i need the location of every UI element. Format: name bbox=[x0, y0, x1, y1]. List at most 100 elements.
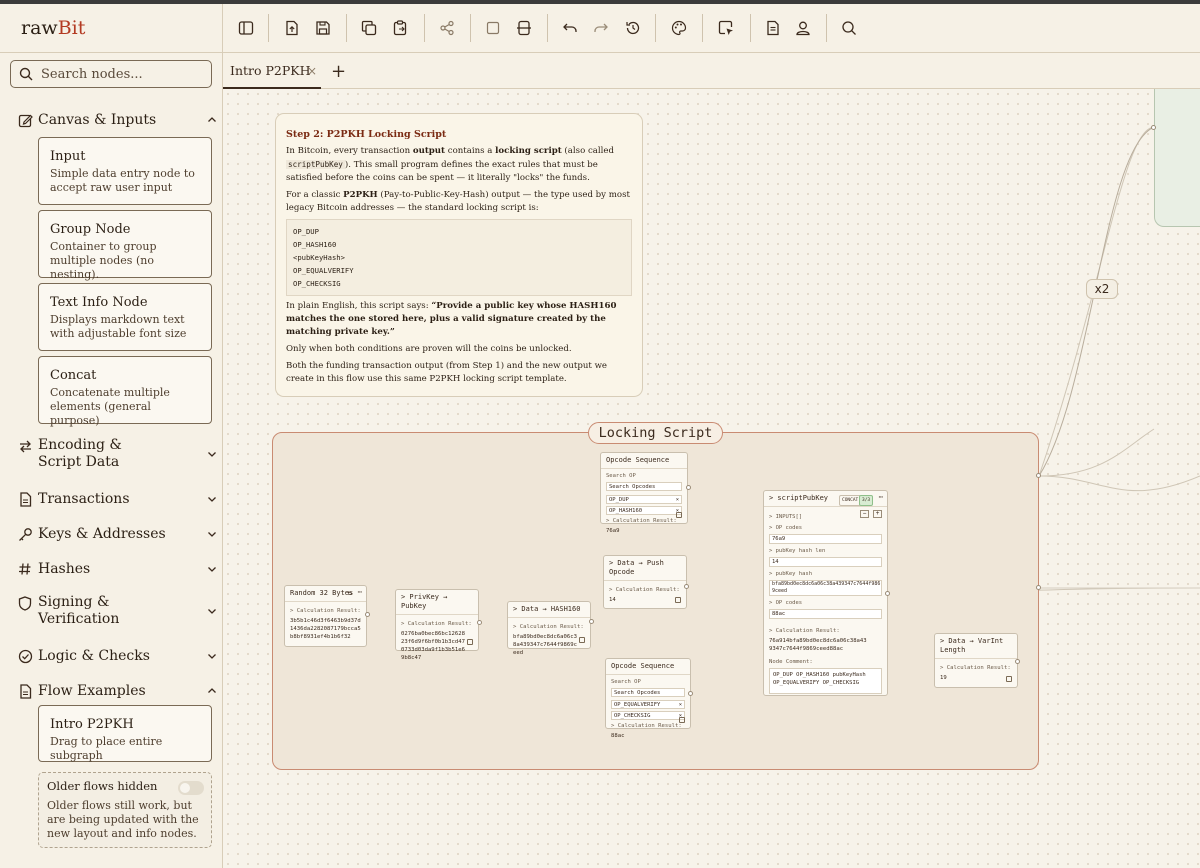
remove-input-button[interactable]: − bbox=[860, 510, 869, 518]
output-port[interactable] bbox=[477, 620, 482, 625]
category-signing-verification[interactable]: Signing & Verification bbox=[17, 594, 216, 628]
copy-icon[interactable] bbox=[579, 637, 585, 643]
import-button[interactable] bbox=[282, 18, 302, 38]
field-label: > pubKey hash bbox=[769, 571, 813, 577]
copy-icon bbox=[361, 20, 377, 36]
toolbar-separator bbox=[470, 14, 471, 42]
docs-button[interactable] bbox=[763, 18, 783, 38]
output-port[interactable] bbox=[365, 612, 370, 617]
toolbar-separator bbox=[547, 14, 548, 42]
output-port[interactable] bbox=[885, 591, 890, 596]
chevron-down-icon bbox=[208, 452, 216, 457]
tab-intro-p2pkh[interactable]: Intro P2PKH × bbox=[223, 53, 321, 89]
select-tool-button[interactable] bbox=[716, 18, 736, 38]
copy-icon[interactable] bbox=[679, 717, 685, 723]
search-canvas-button[interactable] bbox=[839, 18, 859, 38]
search-input[interactable]: Search nodes... bbox=[10, 60, 212, 88]
category-flow-examples[interactable]: Flow Examples bbox=[17, 681, 216, 701]
card-desc: Drag to place entire subgraph bbox=[50, 735, 163, 762]
account-button[interactable] bbox=[793, 18, 813, 38]
category-transactions[interactable]: Transactions bbox=[17, 489, 216, 509]
history-icon bbox=[626, 21, 640, 35]
paste-button[interactable] bbox=[390, 18, 410, 38]
output-port[interactable] bbox=[1015, 659, 1020, 664]
category-hashes[interactable]: Hashes bbox=[17, 559, 216, 579]
output-port[interactable] bbox=[589, 619, 594, 624]
category-encoding-script[interactable]: Encoding & Script Data bbox=[17, 437, 216, 471]
node-data-varint-length[interactable]: > Data → VarInt Length > Calculation Res… bbox=[934, 633, 1018, 688]
app-logo: raw Bit bbox=[0, 4, 222, 53]
select-all-button[interactable] bbox=[483, 18, 503, 38]
group-button[interactable] bbox=[514, 18, 534, 38]
category-logic-checks[interactable]: Logic & Checks bbox=[17, 646, 216, 666]
node-scriptpubkey[interactable]: > scriptPubKey CONCAT 3/3 ⋯ > INPUTS[] −… bbox=[763, 490, 888, 696]
chevron-down-icon bbox=[208, 567, 216, 572]
result-value: 3b5b1c46d3f6463b9d37d1436da2282087179bcc… bbox=[290, 618, 361, 640]
undo-button[interactable] bbox=[560, 18, 580, 38]
input-port[interactable] bbox=[1151, 125, 1156, 130]
category-keys-addresses[interactable]: Keys & Addresses bbox=[17, 524, 216, 544]
opcode-item[interactable]: OP_HASH160 × bbox=[606, 506, 682, 515]
field-label: Search OP bbox=[611, 679, 641, 685]
node-random-32-bytes[interactable]: Random 32 Bytes > Calculation Result: 3b… bbox=[284, 585, 367, 647]
menu-icon[interactable]: ⋯ bbox=[879, 493, 883, 502]
menu-icon[interactable]: ⋯ bbox=[358, 588, 362, 596]
info-node-step2[interactable]: Step 2: P2PKH Locking Script In Bitcoin,… bbox=[275, 113, 643, 397]
redo-button[interactable] bbox=[591, 18, 611, 38]
opcode-item[interactable]: OP_DUP × bbox=[606, 495, 682, 504]
node-card-group-node[interactable]: Group Node Container to group multiple n… bbox=[38, 210, 212, 281]
opcode-item[interactable]: OP_EQUALVERIFY × bbox=[611, 700, 685, 709]
flow-card-intro-p2pkh[interactable]: Intro P2PKH Drag to place entire subgrap… bbox=[38, 705, 212, 762]
output-port[interactable] bbox=[686, 485, 691, 490]
close-tab-icon[interactable]: × bbox=[307, 64, 317, 78]
node-card-text-info[interactable]: Text Info Node Displays markdown text wi… bbox=[38, 283, 212, 351]
output-port[interactable] bbox=[1036, 585, 1041, 590]
category-label: Keys & Addresses bbox=[38, 526, 166, 542]
copy-icon[interactable] bbox=[467, 639, 473, 645]
flow-canvas[interactable]: x2 Step 2: P2PKH Locking Script In Bitco… bbox=[223, 89, 1200, 868]
script-code-block: OP_DUP OP_HASH160 <pubKeyHash> OP_EQUALV… bbox=[286, 219, 632, 296]
opcode-search-input[interactable]: Search Opcodes bbox=[606, 482, 682, 491]
category-label: Transactions bbox=[38, 491, 130, 507]
theme-button[interactable] bbox=[669, 18, 689, 38]
redo-icon bbox=[594, 23, 608, 32]
share-button[interactable] bbox=[437, 18, 457, 38]
input-field[interactable]: 76a9 bbox=[769, 534, 882, 544]
node-card-concat[interactable]: Concat Concatenate multiple elements (ge… bbox=[38, 356, 212, 427]
history-button[interactable] bbox=[623, 18, 643, 38]
input-field[interactable]: 88ac bbox=[769, 609, 882, 619]
node-data-hash160[interactable]: > Data → HASH160 > Calculation Result: b… bbox=[507, 601, 591, 656]
opcode-search-input[interactable]: Search Opcodes bbox=[611, 688, 685, 697]
refresh-icon[interactable]: ↻ bbox=[348, 589, 352, 597]
node-card-input[interactable]: Input Simple data entry node to accept r… bbox=[38, 137, 212, 205]
output-port[interactable] bbox=[688, 691, 693, 696]
copy-icon[interactable] bbox=[675, 597, 681, 603]
info-title: Step 2: P2PKH Locking Script bbox=[286, 129, 447, 140]
node-header: > scriptPubKey CONCAT 3/3 ⋯ bbox=[764, 491, 887, 507]
input-field[interactable]: bfa89bd0ec8dc6a06c38a439347c7644f9869cee… bbox=[769, 580, 882, 596]
older-flows-toggle[interactable] bbox=[178, 781, 204, 795]
toolbar-separator bbox=[702, 14, 703, 42]
group-title[interactable]: Locking Script bbox=[588, 422, 723, 444]
add-tab-button[interactable]: + bbox=[331, 61, 346, 82]
edge-count-badge: x2 bbox=[1086, 279, 1118, 299]
add-input-button[interactable]: + bbox=[873, 510, 882, 518]
square-icon bbox=[486, 21, 500, 35]
node-title: > Data → VarInt Length bbox=[935, 634, 1017, 659]
node-privkey-to-pubkey[interactable]: > PrivKey → PubKey > Calculation Result:… bbox=[395, 589, 479, 661]
node-data-push-opcode[interactable]: > Data → Push Opcode > Calculation Resul… bbox=[603, 555, 687, 609]
node-comment-field[interactable]: OP_DUP OP_HASH160 pubKeyHash OP_EQUALVER… bbox=[769, 668, 882, 694]
category-canvas-inputs[interactable]: Canvas & Inputs bbox=[17, 112, 216, 128]
input-field[interactable]: 14 bbox=[769, 557, 882, 567]
opcode-item[interactable]: OP_CHECKSIG × bbox=[611, 711, 685, 720]
node-opcode-sequence-1[interactable]: Opcode Sequence Search OP Search Opcodes… bbox=[600, 452, 688, 534]
copy-button[interactable] bbox=[359, 18, 379, 38]
output-port[interactable] bbox=[1036, 473, 1041, 478]
output-port[interactable] bbox=[684, 584, 689, 589]
save-button[interactable] bbox=[313, 18, 333, 38]
node-opcode-sequence-2[interactable]: Opcode Sequence Search OP Search Opcodes… bbox=[605, 658, 691, 739]
copy-icon[interactable] bbox=[1006, 676, 1012, 682]
copy-icon[interactable] bbox=[676, 512, 682, 518]
toggle-sidebar-button[interactable] bbox=[236, 18, 256, 38]
result-value: 19 bbox=[940, 675, 947, 681]
